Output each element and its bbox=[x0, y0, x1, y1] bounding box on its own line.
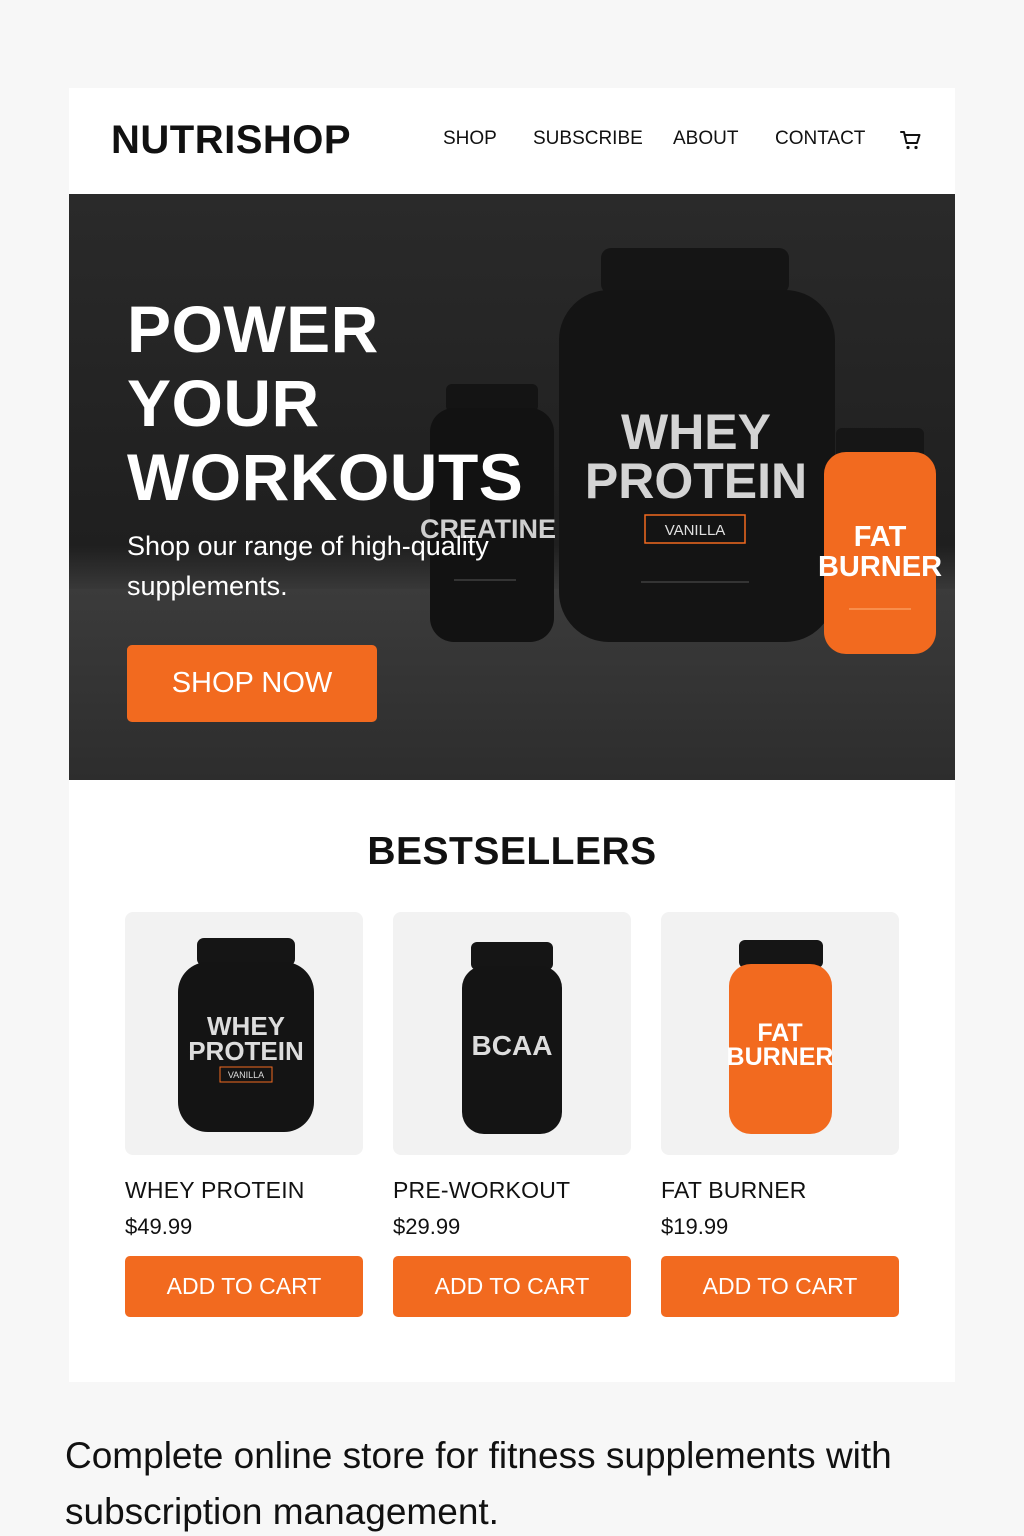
add-to-cart-button[interactable]: ADD TO CART bbox=[393, 1256, 631, 1317]
whey-label-1: WHEY bbox=[621, 404, 771, 460]
bcaa-product-image: BCAA bbox=[462, 942, 562, 1134]
whey-label-2: PROTEIN bbox=[585, 453, 807, 509]
shop-now-button[interactable]: SHOP NOW bbox=[127, 645, 377, 722]
svg-text:BCAA: BCAA bbox=[472, 1030, 553, 1061]
hero-banner: CREATINE WHEY PROTEIN VANILLA FAT BURNER bbox=[69, 194, 955, 780]
product-price: $29.99 bbox=[393, 1214, 461, 1239]
page-caption: Complete online store for fitness supple… bbox=[65, 1435, 892, 1532]
fat-burner-label-1: FAT bbox=[854, 521, 907, 553]
svg-text:VANILLA: VANILLA bbox=[228, 1070, 264, 1080]
site-header: NUTRISHOP SHOP SUBSCRIBE ABOUT CONTACT bbox=[69, 88, 955, 194]
cart-icon[interactable] bbox=[899, 128, 923, 152]
whey-tub: WHEY PROTEIN VANILLA bbox=[559, 248, 835, 642]
product-name[interactable]: FAT BURNER bbox=[661, 1177, 899, 1204]
product-name[interactable]: WHEY PROTEIN bbox=[125, 1177, 363, 1204]
product-price: $19.99 bbox=[661, 1214, 729, 1239]
nav-shop[interactable]: SHOP bbox=[443, 128, 497, 150]
product-image[interactable]: WHEY PROTEIN VANILLA bbox=[125, 912, 363, 1155]
product-card-fat-burner: FAT BURNER FAT BURNER $19.99 ADD TO CART bbox=[661, 912, 899, 1317]
svg-text:BURNER: BURNER bbox=[727, 1043, 834, 1071]
bestsellers-heading: BESTSELLERS bbox=[367, 830, 657, 873]
add-to-cart-button[interactable]: ADD TO CART bbox=[125, 1256, 363, 1317]
logo[interactable]: NUTRISHOP bbox=[111, 118, 351, 163]
page-container: NUTRISHOP SHOP SUBSCRIBE ABOUT CONTACT C… bbox=[69, 88, 955, 1382]
product-price: $49.99 bbox=[125, 1214, 193, 1239]
whey-product-image: WHEY PROTEIN VANILLA bbox=[178, 938, 314, 1132]
hero-title-line: POWER bbox=[127, 292, 379, 366]
nav-contact[interactable]: CONTACT bbox=[775, 128, 865, 150]
fat-burner-bottle: FAT BURNER bbox=[818, 428, 942, 654]
product-card-pre-workout: BCAA PRE-WORKOUT $29.99 ADD TO CART bbox=[393, 912, 631, 1317]
svg-text:PROTEIN: PROTEIN bbox=[188, 1036, 304, 1066]
product-card-whey: WHEY PROTEIN VANILLA WHEY PROTEIN $49.99… bbox=[125, 912, 363, 1317]
nav-about[interactable]: ABOUT bbox=[673, 128, 738, 150]
product-image[interactable]: FAT BURNER bbox=[661, 912, 899, 1155]
hero-title-line: WORKOUTS bbox=[127, 440, 524, 514]
product-name[interactable]: PRE-WORKOUT bbox=[393, 1177, 631, 1204]
fat-burner-label-2: BURNER bbox=[818, 551, 942, 583]
hero-title: POWER YOUR WORKOUTS bbox=[127, 292, 523, 514]
hero-title-line: YOUR bbox=[127, 366, 320, 440]
hero-subtitle: Shop our range of high-quality supplemen… bbox=[127, 531, 489, 601]
nav-subscribe[interactable]: SUBSCRIBE bbox=[533, 128, 643, 150]
whey-flavor: VANILLA bbox=[665, 522, 726, 539]
fat-burner-product-image: FAT BURNER bbox=[727, 940, 834, 1134]
add-to-cart-button[interactable]: ADD TO CART bbox=[661, 1256, 899, 1317]
product-image[interactable]: BCAA bbox=[393, 912, 631, 1155]
